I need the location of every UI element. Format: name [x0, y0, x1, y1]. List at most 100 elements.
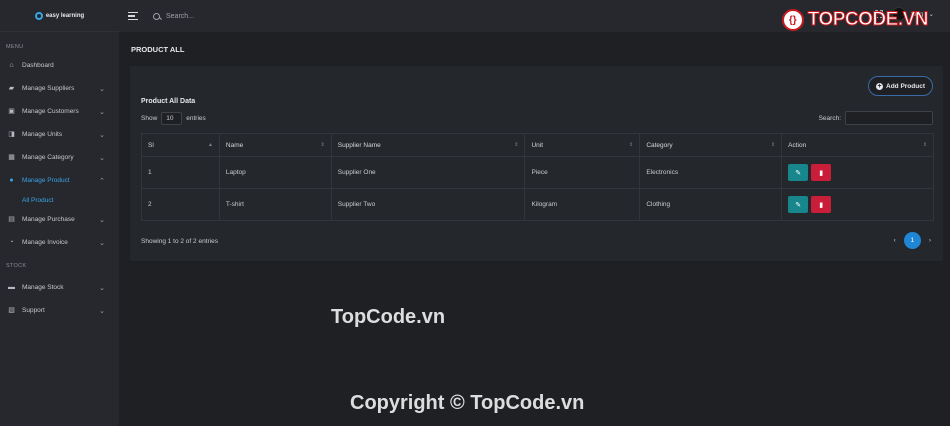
table-search: Search: — [819, 111, 933, 125]
sidebar-item-support[interactable]: ▧ Support ⌄ — [0, 299, 119, 322]
edit-button[interactable]: ✎ — [788, 196, 809, 213]
card-title: Product All Data — [141, 98, 196, 105]
sort-icon: ⇕ — [770, 142, 776, 148]
pagination-next[interactable]: › — [929, 237, 931, 244]
home-icon: ⌂ — [9, 62, 14, 69]
cell-unit: Kilogram — [524, 188, 641, 221]
cart-icon: ▤ — [8, 216, 15, 223]
column-header-name[interactable]: Name ⇕ — [218, 133, 332, 157]
chevron-down-icon: ⌄ — [928, 11, 934, 18]
table-search-input[interactable] — [845, 111, 933, 125]
watermark-text: TopCode.vn — [331, 306, 446, 328]
sidebar-item-stock[interactable]: ▬ Manage Stock ⌄ — [0, 276, 119, 299]
cell-category: Clothing — [639, 188, 783, 221]
gauge-icon: ◔ — [9, 239, 14, 246]
delete-button[interactable]: ▮ — [811, 164, 832, 181]
sidebar-item-units[interactable]: ◨ Manage Units ⌄ — [0, 123, 119, 146]
watermark-copyright: Copyright © TopCode.vn — [350, 392, 585, 414]
sidebar-item-purchase[interactable]: ▤ Manage Purchase ⌄ — [0, 208, 119, 231]
pagination-page[interactable]: 1 — [903, 232, 921, 249]
search-placeholder: Search... — [166, 12, 195, 20]
delete-button[interactable]: ▮ — [811, 196, 832, 213]
sidebar-item-product[interactable]: ● Manage Product ⌃ — [0, 169, 119, 192]
column-header-supplier[interactable]: Supplier Name ⇕ — [330, 133, 526, 157]
chevron-up-icon: ⌃ — [99, 177, 105, 185]
grid-icon: ▦ — [8, 154, 15, 161]
cell-supplier: Supplier One — [330, 156, 526, 189]
search-label: Search: — [818, 114, 841, 122]
sidebar: easy learning MENU ⌂ Dashboard ▰ Manage … — [0, 0, 119, 426]
watermark-logo-icon: {} — [781, 9, 804, 31]
table-row: 2 T-shirt Supplier Two Kilogram Clothing… — [141, 188, 934, 221]
pagination-prev[interactable]: ‹ — [894, 237, 896, 244]
cell-sl: 2 — [141, 188, 220, 221]
cell-sl: 1 — [141, 156, 220, 189]
edit-button[interactable]: ✎ — [788, 164, 809, 181]
tag-icon: ◨ — [8, 131, 15, 138]
sort-asc-icon: ▲ — [207, 142, 213, 148]
search-icon — [153, 12, 160, 20]
watermark-badge: {} TOPCODE.VN — [781, 9, 929, 31]
sidebar-item-category[interactable]: ▦ Manage Category ⌄ — [0, 146, 119, 169]
sidebar-item-label: Manage Stock — [22, 284, 64, 291]
sidebar-item-label: Manage Invoice — [22, 239, 68, 246]
sidebar-item-invoice[interactable]: ◔ Manage Invoice ⌄ — [0, 231, 119, 254]
sidebar-item-label: Manage Suppliers — [22, 85, 75, 92]
table-row: 1 Laptop Supplier One Piece Electronics … — [141, 156, 934, 189]
cell-name: Laptop — [218, 156, 332, 189]
column-header-action[interactable]: Action ⇕ — [781, 133, 934, 157]
logo-text: easy learning — [45, 12, 85, 19]
chevron-down-icon: ⌄ — [99, 154, 105, 162]
chevron-down-icon: ⌄ — [99, 131, 105, 139]
cell-supplier: Supplier Two — [330, 188, 526, 221]
truck-icon: ▰ — [8, 85, 15, 92]
menu-toggle-icon[interactable] — [128, 12, 138, 20]
watermark-badge-text: TOPCODE.VN — [807, 9, 929, 31]
sort-icon: ⇕ — [320, 142, 325, 148]
search-input[interactable]: Search... — [153, 12, 195, 20]
plus-circle-icon: + — [876, 82, 883, 90]
product-table: Sl ▲ Name ⇕ Supplier Name ⇕ Unit ⇕ Category ⇕… — [141, 133, 934, 221]
trash-icon: ▮ — [819, 201, 824, 209]
sidebar-item-label: Manage Purchase — [22, 216, 75, 223]
chevron-down-icon: ⌄ — [99, 239, 105, 247]
sidebar-item-label: Support — [22, 307, 45, 314]
sidebar-subitem-all-product[interactable]: All Product — [0, 192, 119, 208]
cell-category: Electronics — [639, 156, 783, 189]
logo-icon — [34, 11, 43, 20]
edit-icon: ✎ — [795, 201, 802, 209]
chevron-down-icon: ⌄ — [99, 108, 105, 116]
chevron-down-icon: ⌄ — [99, 284, 105, 292]
sort-icon: ⇕ — [922, 142, 927, 148]
pagination: ‹ 1 › — [894, 232, 931, 249]
column-header-unit[interactable]: Unit ⇕ — [524, 133, 641, 157]
trash-icon: ▮ — [819, 169, 824, 177]
add-product-button[interactable]: + Add Product — [868, 76, 933, 96]
entries-label: entries — [186, 115, 206, 122]
user-icon: ▣ — [8, 108, 15, 115]
sidebar-item-customers[interactable]: ▣ Manage Customers ⌄ — [0, 100, 119, 123]
sidebar-item-label: Manage Category — [22, 154, 74, 161]
logo[interactable]: easy learning — [0, 0, 119, 32]
entries-select[interactable]: 10 — [161, 112, 183, 125]
sidebar-item-label: Manage Product — [22, 177, 70, 184]
sidebar-item-label: Dashboard — [22, 62, 54, 69]
main-content: PRODUCT ALL + Add Product Product All Da… — [119, 32, 950, 426]
circle-icon: ● — [9, 177, 14, 184]
column-header-category[interactable]: Category ⇕ — [639, 133, 783, 157]
chevron-down-icon: ⌄ — [99, 307, 105, 315]
table-info: Showing 1 to 2 of 2 entries — [141, 238, 218, 245]
menu-section-title: MENU — [6, 44, 24, 50]
show-label: Show — [141, 115, 158, 122]
sidebar-item-dashboard[interactable]: ⌂ Dashboard — [0, 54, 119, 77]
column-header-sl[interactable]: Sl ▲ — [141, 133, 220, 157]
sidebar-item-suppliers[interactable]: ▰ Manage Suppliers ⌄ — [0, 77, 119, 100]
sidebar-item-label: Manage Customers — [22, 108, 79, 115]
edit-icon: ✎ — [795, 169, 802, 177]
box-icon: ▬ — [8, 284, 15, 291]
cell-unit: Piece — [524, 156, 641, 189]
table-header-row: Sl ▲ Name ⇕ Supplier Name ⇕ Unit ⇕ Category ⇕… — [141, 133, 934, 157]
stock-section-title: STOCK — [6, 263, 27, 269]
sort-icon: ⇕ — [514, 142, 519, 148]
cell-action: ✎ ▮ — [781, 188, 934, 221]
